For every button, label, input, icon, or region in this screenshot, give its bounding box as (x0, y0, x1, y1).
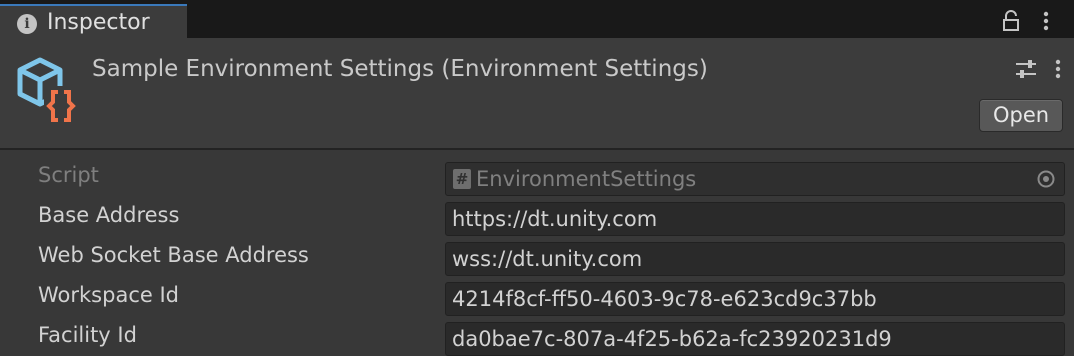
asset-title: Sample Environment Settings (Environment… (92, 56, 708, 82)
open-button[interactable]: Open (979, 99, 1063, 132)
script-label: Script (38, 163, 99, 187)
info-icon: i (17, 14, 37, 34)
preset-sliders-icon[interactable] (1014, 58, 1038, 80)
object-picker-icon[interactable] (1036, 169, 1056, 189)
property-row-workspace-id: Workspace Id 4214f8cf-ff50-4603-9c78-e62… (0, 276, 1074, 316)
script-field: # EnvironmentSettings (445, 162, 1065, 196)
web-socket-base-address-field[interactable]: wss://dt.unity.com (445, 242, 1065, 276)
workspace-id-field[interactable]: 4214f8cf-ff50-4603-9c78-e623cd9c37bb (445, 282, 1065, 316)
property-row-web-socket-base-address: Web Socket Base Address wss://dt.unity.c… (0, 236, 1074, 276)
property-row-facility-id: Facility Id da0bae7c-807a-4f25-b62a-fc23… (0, 316, 1074, 356)
scriptable-object-icon (17, 57, 78, 126)
facility-id-label: Facility Id (38, 323, 137, 347)
property-row-script: Script # EnvironmentSettings (0, 156, 1074, 196)
lock-icon[interactable] (1000, 10, 1022, 32)
property-row-base-address: Base Address https://dt.unity.com (0, 196, 1074, 236)
tab-label: Inspector (47, 10, 150, 35)
tab-inspector[interactable]: i Inspector (0, 4, 187, 38)
base-address-field[interactable]: https://dt.unity.com (445, 202, 1065, 236)
inspector-header: Sample Environment Settings (Environment… (0, 38, 1074, 150)
script-value: EnvironmentSettings (476, 167, 697, 191)
kebab-menu-icon[interactable] (1038, 10, 1054, 32)
facility-id-field[interactable]: da0bae7c-807a-4f25-b62a-fc23920231d9 (445, 322, 1065, 356)
workspace-id-label: Workspace Id (38, 283, 179, 307)
web-socket-base-address-label: Web Socket Base Address (38, 243, 309, 267)
kebab-menu-icon[interactable] (1050, 58, 1066, 80)
properties-panel: Script # EnvironmentSettings Base Addres… (0, 152, 1074, 356)
csharp-script-icon: # (453, 169, 471, 189)
tab-bar: i Inspector (0, 0, 1074, 38)
base-address-label: Base Address (38, 203, 180, 227)
